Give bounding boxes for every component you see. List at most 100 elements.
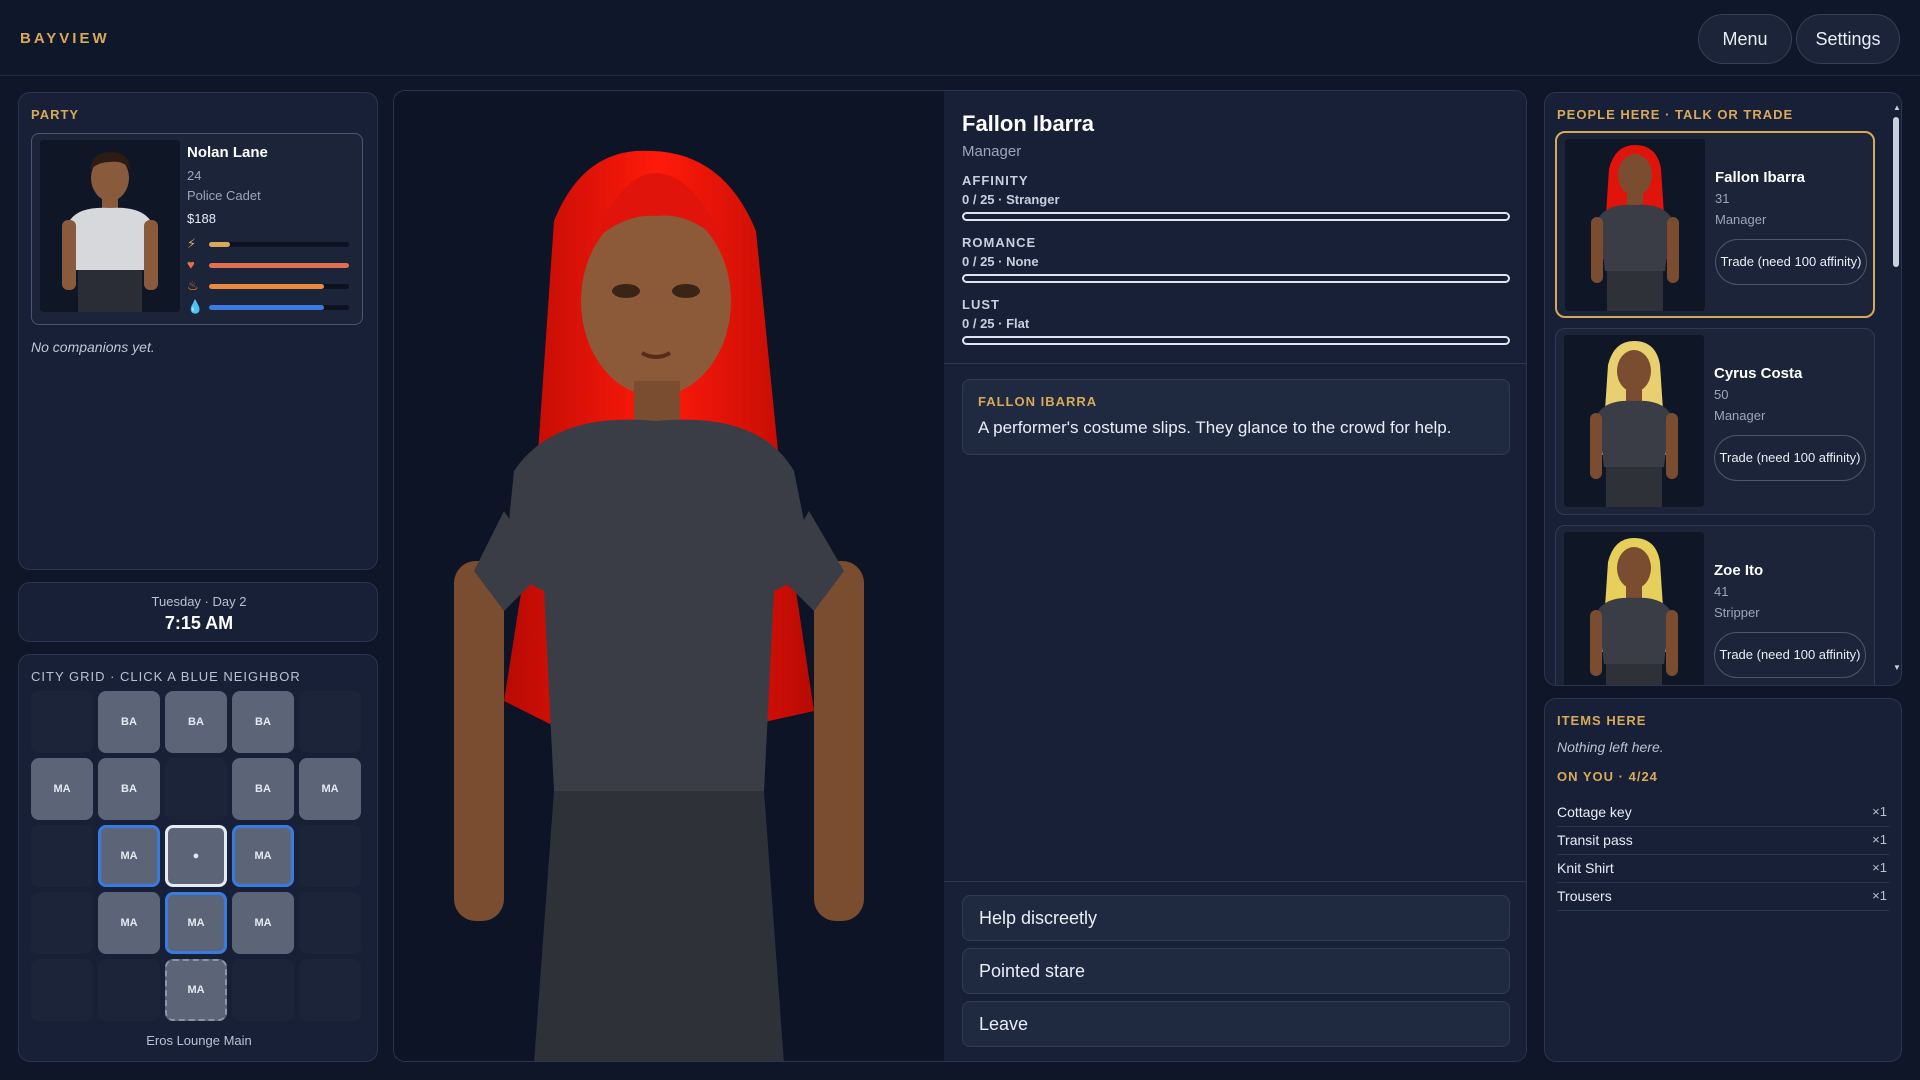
- meter-value: 0 / 25 · None: [962, 254, 1039, 269]
- member-portrait: [40, 140, 180, 312]
- water-icon: 💧: [187, 299, 204, 314]
- event-card: FALLON IBARRA A performer's costume slip…: [962, 379, 1510, 455]
- trade-button[interactable]: Trade (need 100 affinity): [1714, 435, 1866, 481]
- event-speaker: FALLON IBARRA: [978, 394, 1098, 409]
- stat-row: ♨: [187, 278, 349, 294]
- meter-bar: [962, 336, 1510, 345]
- npc-card[interactable]: Zoe Ito 41 Stripper Trade (need 100 affinit…: [1555, 525, 1875, 685]
- grid-cell[interactable]: MA: [299, 758, 361, 820]
- grid-cell-empty: [299, 825, 361, 887]
- member-name: Nolan Lane: [187, 144, 268, 161]
- grid-cell[interactable]: BA: [98, 758, 160, 820]
- app-brand: BAYVIEW: [20, 30, 110, 47]
- scroll-down-icon[interactable]: ▼: [1893, 663, 1901, 672]
- inventory-row[interactable]: Trousers ×1: [1557, 883, 1889, 911]
- npc-age: 50: [1714, 387, 1729, 402]
- grid-cell-current[interactable]: ●: [165, 825, 227, 887]
- party-panel: PARTY Nolan Lane 24 Police Cadet $188 ⚡ ♥…: [18, 92, 378, 570]
- grid-cell[interactable]: MA: [165, 959, 227, 1021]
- inventory-row[interactable]: Transit pass ×1: [1557, 827, 1889, 855]
- trade-button[interactable]: Trade (need 100 affinity): [1714, 632, 1866, 678]
- food-icon: ♨: [187, 278, 199, 293]
- party-member-card[interactable]: Nolan Lane 24 Police Cadet $188 ⚡ ♥ ♨ 💧: [31, 133, 363, 325]
- meter-bar: [962, 212, 1510, 221]
- npc-card[interactable]: Cyrus Costa 50 Manager Trade (need 100 affi…: [1555, 328, 1875, 515]
- meter-value: 0 / 25 · Flat: [962, 316, 1030, 331]
- stat-fill: [209, 284, 324, 289]
- grid-cell-empty: [31, 691, 93, 753]
- meter-label: AFFINITY: [962, 173, 1029, 188]
- stat-track: [209, 263, 349, 268]
- stat-track: [209, 284, 349, 289]
- menu-button[interactable]: Menu: [1698, 14, 1792, 64]
- item-qty: ×1: [1872, 804, 1887, 819]
- grid-cell[interactable]: BA: [232, 691, 294, 753]
- divider: [944, 881, 1526, 882]
- npc-role: Manager: [1715, 212, 1767, 227]
- people-scrollbar[interactable]: ▲ ▼: [1893, 103, 1901, 673]
- grid-cell[interactable]: BA: [98, 691, 160, 753]
- inventory-row[interactable]: Knit Shirt ×1: [1557, 855, 1889, 883]
- stat-fill: [209, 263, 349, 268]
- item-qty: ×1: [1872, 888, 1887, 903]
- scroll-thumb[interactable]: [1893, 117, 1899, 267]
- member-age: 24: [187, 168, 202, 183]
- grid-cell-empty: [299, 959, 361, 1021]
- stat-track: [209, 305, 349, 310]
- city-grid-label: CITY GRID · CLICK A BLUE NEIGHBOR: [31, 669, 301, 684]
- grid-cell-empty: [299, 892, 361, 954]
- member-role: Police Cadet: [187, 188, 261, 203]
- grid-cell[interactable]: BA: [165, 691, 227, 753]
- npc-portrait: [1564, 532, 1704, 685]
- grid-cell[interactable]: MA: [31, 758, 93, 820]
- member-cash: $188: [187, 211, 216, 226]
- character-role: Manager: [962, 143, 1022, 160]
- item-qty: ×1: [1872, 832, 1887, 847]
- inventory-row[interactable]: Cottage key ×1: [1557, 799, 1889, 827]
- choice-button[interactable]: Pointed stare: [962, 948, 1510, 994]
- energy-icon: ⚡: [187, 236, 197, 251]
- npc-age: 31: [1715, 191, 1730, 206]
- trade-button[interactable]: Trade (need 100 affinity): [1715, 239, 1867, 285]
- scroll-up-icon[interactable]: ▲: [1893, 103, 1901, 112]
- npc-age: 41: [1714, 584, 1729, 599]
- npc-portrait: [1564, 335, 1704, 507]
- on-you-label: ON YOU · 4/24: [1557, 769, 1658, 784]
- grid-cell-empty: [31, 825, 93, 887]
- grid-cell[interactable]: MA: [232, 892, 294, 954]
- meter-label: LUST: [962, 297, 1000, 312]
- clock-panel: Tuesday · Day 2 7:15 AM: [18, 582, 378, 642]
- settings-button[interactable]: Settings: [1796, 14, 1900, 64]
- grid-cell-empty: [98, 959, 160, 1021]
- grid-cell[interactable]: MA: [98, 825, 160, 887]
- grid-cell[interactable]: MA: [232, 825, 294, 887]
- heart-icon: ♥: [187, 257, 195, 272]
- npc-portrait: [1565, 139, 1705, 311]
- grid-cell[interactable]: MA: [165, 892, 227, 954]
- time-label: 7:15 AM: [164, 613, 234, 633]
- people-panel: PEOPLE HERE · TALK OR TRADE Fallon Ibarr…: [1544, 92, 1902, 686]
- grid-cell-empty: [31, 959, 93, 1021]
- meter-value: 0 / 25 · Stranger: [962, 192, 1060, 207]
- choice-button[interactable]: Leave: [962, 1001, 1510, 1047]
- day-label: Tuesday · Day 2: [151, 594, 247, 609]
- character-name: Fallon Ibarra: [962, 111, 1095, 136]
- people-label: PEOPLE HERE · TALK OR TRADE: [1557, 107, 1794, 122]
- stat-fill: [209, 305, 324, 310]
- companions-text: No companions yet.: [31, 339, 155, 355]
- grid-cell-empty: [232, 959, 294, 1021]
- grid-cell[interactable]: BA: [232, 758, 294, 820]
- character-portrait-image: [394, 91, 944, 1061]
- item-name: Transit pass: [1557, 832, 1633, 848]
- top-bar: BAYVIEW Menu Settings: [0, 0, 1920, 76]
- items-panel: ITEMS HERE Nothing left here. ON YOU · 4…: [1544, 698, 1902, 1062]
- stat-row: ⚡: [187, 236, 349, 252]
- grid-cell-empty: [299, 691, 361, 753]
- npc-card[interactable]: Fallon Ibarra 31 Manager Trade (need 100 af…: [1555, 131, 1875, 318]
- choice-button[interactable]: Help discreetly: [962, 895, 1510, 941]
- item-name: Knit Shirt: [1557, 860, 1614, 876]
- party-label: PARTY: [31, 107, 80, 122]
- stat-row: ♥: [187, 257, 349, 273]
- grid-cell[interactable]: MA: [98, 892, 160, 954]
- item-name: Trousers: [1557, 888, 1612, 904]
